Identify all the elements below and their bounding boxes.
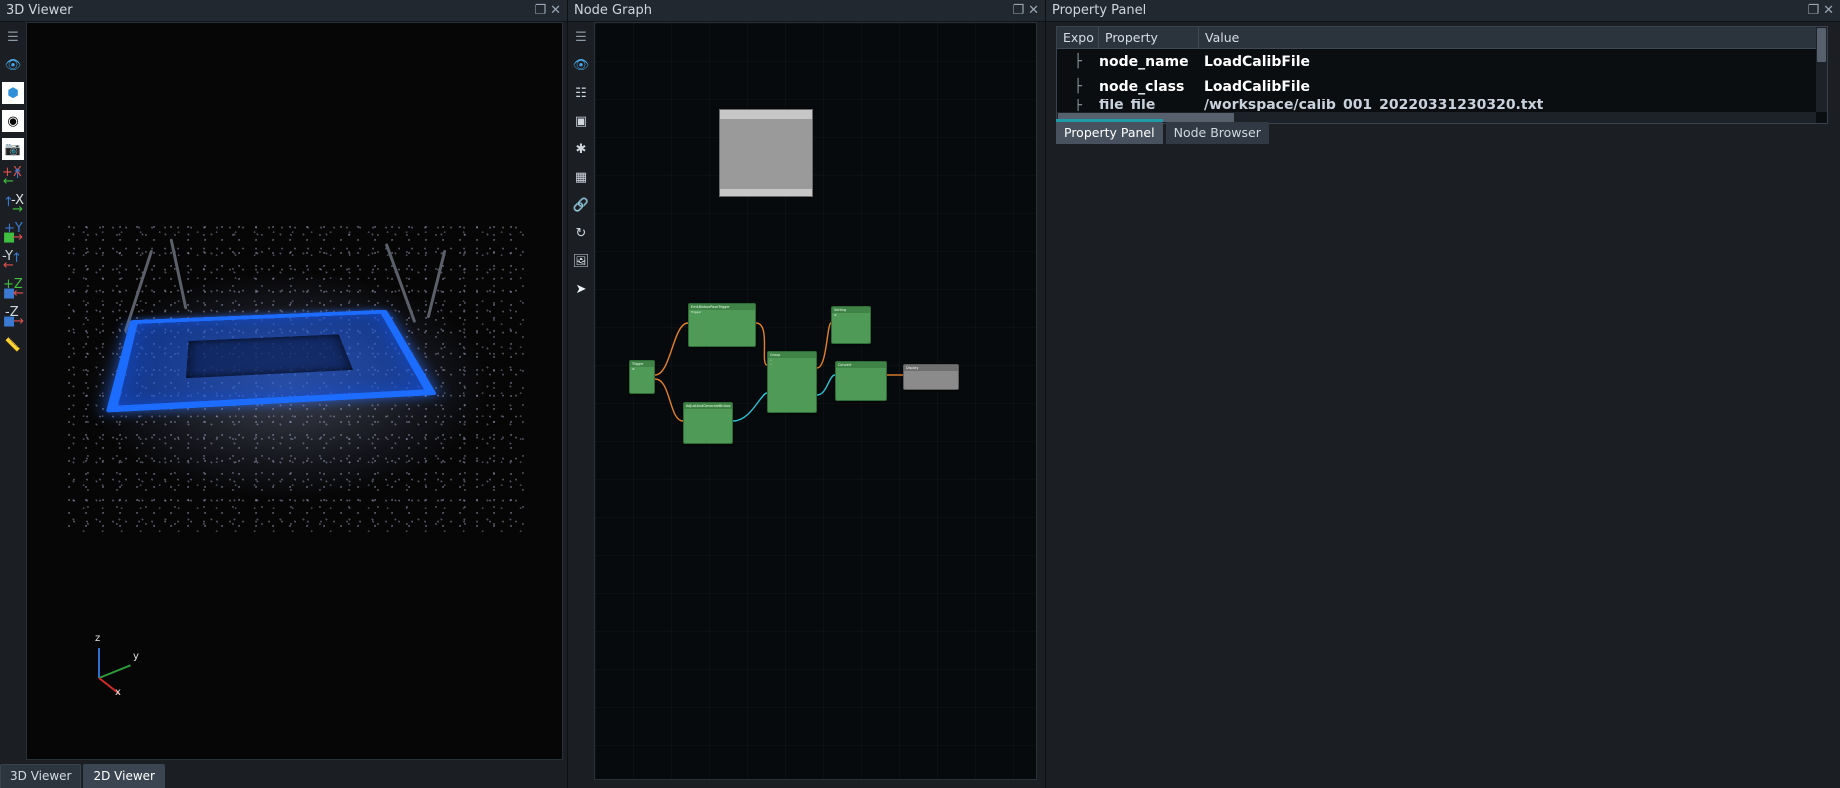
bin-box-interior [186, 334, 353, 379]
gizmo-y-label: y [133, 651, 139, 662]
property-table: Expo Property Value ├ node_name LoadCali… [1056, 26, 1828, 124]
menu-icon[interactable]: ☰ [570, 26, 592, 48]
tree-branch-icon: ├ [1074, 99, 1082, 111]
eye-icon[interactable]: 👁 [2, 54, 24, 76]
ruler-icon[interactable]: 📏 [2, 334, 24, 356]
node-graph-titlebar: Node Graph ❐ ✕ [568, 0, 1045, 22]
tree-branch-icon: ├ [1074, 54, 1082, 69]
node-graph-canvas[interactable]: Trigger ⚙ EmitBinboxPoseTrigger Trigger … [594, 22, 1037, 780]
property-table-vscrollbar[interactable] [1816, 27, 1827, 112]
property-key: node_class [1099, 78, 1185, 95]
gizmo-z-label: z [95, 633, 101, 644]
property-panel: Property Panel ❐ ✕ Expo Property Value ├… [1046, 0, 1840, 150]
group-icon[interactable]: ☷ [570, 82, 592, 104]
property-table-header: Expo Property Value [1057, 27, 1827, 49]
axis-minus-x-icon[interactable]: -X ↑ → [2, 194, 24, 216]
table-row[interactable]: ├ node_name LoadCalibFile [1057, 49, 1827, 74]
node-graph-edges [654, 322, 903, 422]
detected-bin-box [105, 309, 438, 413]
viewer-3d-titlebar: 3D Viewer ❐ ✕ [0, 0, 567, 22]
collapse-icon[interactable]: ✱ [570, 138, 592, 160]
node-graph-restore-icon[interactable]: ❐ [1012, 3, 1024, 18]
point-cloud-canvas[interactable]: z y x [26, 22, 563, 760]
property-panel-tabstrip: Property Panel Node Browser [1056, 119, 1269, 144]
column-header-expo[interactable]: Expo [1057, 27, 1099, 48]
target-icon[interactable]: ◉ [2, 110, 24, 132]
property-panel-restore-icon[interactable]: ❐ [1807, 3, 1819, 18]
gizmo-z-line [98, 648, 100, 678]
property-panel-close-icon[interactable]: ✕ [1823, 3, 1834, 18]
column-header-property[interactable]: Property [1099, 27, 1199, 48]
tree-branch-icon: ├ [1074, 79, 1082, 94]
node-graph-title: Node Graph [574, 3, 652, 18]
cube-icon[interactable]: ⬢ [2, 82, 24, 104]
node-graph-toolbar: ☰ 👁 ☷ ▣ ✱ ▦ 🔗 ↻ 🖼 ➤ [568, 22, 594, 788]
axis-plus-y-icon[interactable]: +Y ■ → [2, 222, 24, 244]
share-icon[interactable]: 🔗 [570, 194, 592, 216]
tab-property-panel[interactable]: Property Panel [1056, 119, 1163, 144]
viewer-3d-panel: 3D Viewer ❐ ✕ ☰ 👁 ⬢ ◉ 📷 +X ← ↑ -X ↑ → +Y [0, 0, 568, 788]
viewer-3d-close-icon[interactable]: ✕ [550, 3, 561, 18]
axis-plus-x-icon[interactable]: +X ← ↑ [2, 166, 24, 188]
refresh-icon[interactable]: ↻ [570, 222, 592, 244]
ungroup-icon[interactable]: ▣ [570, 110, 592, 132]
menu-icon[interactable]: ☰ [2, 26, 24, 48]
camera-icon[interactable]: 📷 [2, 138, 24, 160]
property-key: file_file [1099, 99, 1156, 111]
property-value: LoadCalibFile [1204, 78, 1311, 95]
node-graph-panel: Node Graph ❐ ✕ ☰ 👁 ☷ ▣ ✱ ▦ 🔗 ↻ 🖼 ➤ Trigg… [568, 0, 1046, 788]
property-panel-titlebar: Property Panel ❐ ✕ [1046, 0, 1840, 22]
layout-icon[interactable]: ▦ [570, 166, 592, 188]
table-row[interactable]: ├ node_class LoadCalibFile [1057, 74, 1827, 99]
node-graph-close-icon[interactable]: ✕ [1028, 3, 1039, 18]
viewer-3d-restore-icon[interactable]: ❐ [534, 3, 546, 18]
axis-minus-y-icon[interactable]: -Y ↑ ← [2, 250, 24, 272]
gizmo-y-line [98, 664, 131, 679]
axis-plus-z-icon[interactable]: +Z ■ ← [2, 278, 24, 300]
property-panel-title: Property Panel [1052, 3, 1147, 18]
viewer-3d-toolbar: ☰ 👁 ⬢ ◉ 📷 +X ← ↑ -X ↑ → +Y ■ → -Y ↑ ← +Z… [0, 22, 26, 760]
viewer-3d-title: 3D Viewer [6, 3, 73, 18]
column-header-value[interactable]: Value [1199, 27, 1827, 48]
gizmo-x-label: x [115, 687, 121, 698]
table-row[interactable]: ├ file_file /workspace/calib_001_2022033… [1057, 99, 1827, 111]
viewer-3d-tabstrip: 3D Viewer 2D Viewer [0, 761, 567, 788]
axis-minus-z-icon[interactable]: -Z ■ → [2, 306, 24, 328]
axis-gizmo: z y x [85, 633, 149, 699]
eye-icon[interactable]: 👁 [570, 54, 592, 76]
tab-node-browser[interactable]: Node Browser [1165, 122, 1269, 144]
tab-2d-viewer[interactable]: 2D Viewer [83, 764, 165, 788]
scrollbar-thumb[interactable] [1817, 28, 1826, 62]
cursor-icon[interactable]: ➤ [570, 278, 592, 300]
property-key: node_name [1099, 53, 1189, 70]
tab-3d-viewer[interactable]: 3D Viewer [0, 764, 82, 788]
snapshot-icon[interactable]: 🖼 [570, 250, 592, 272]
property-value: /workspace/calib_001_20220331230320.txt [1204, 99, 1544, 111]
property-value: LoadCalibFile [1204, 53, 1311, 70]
